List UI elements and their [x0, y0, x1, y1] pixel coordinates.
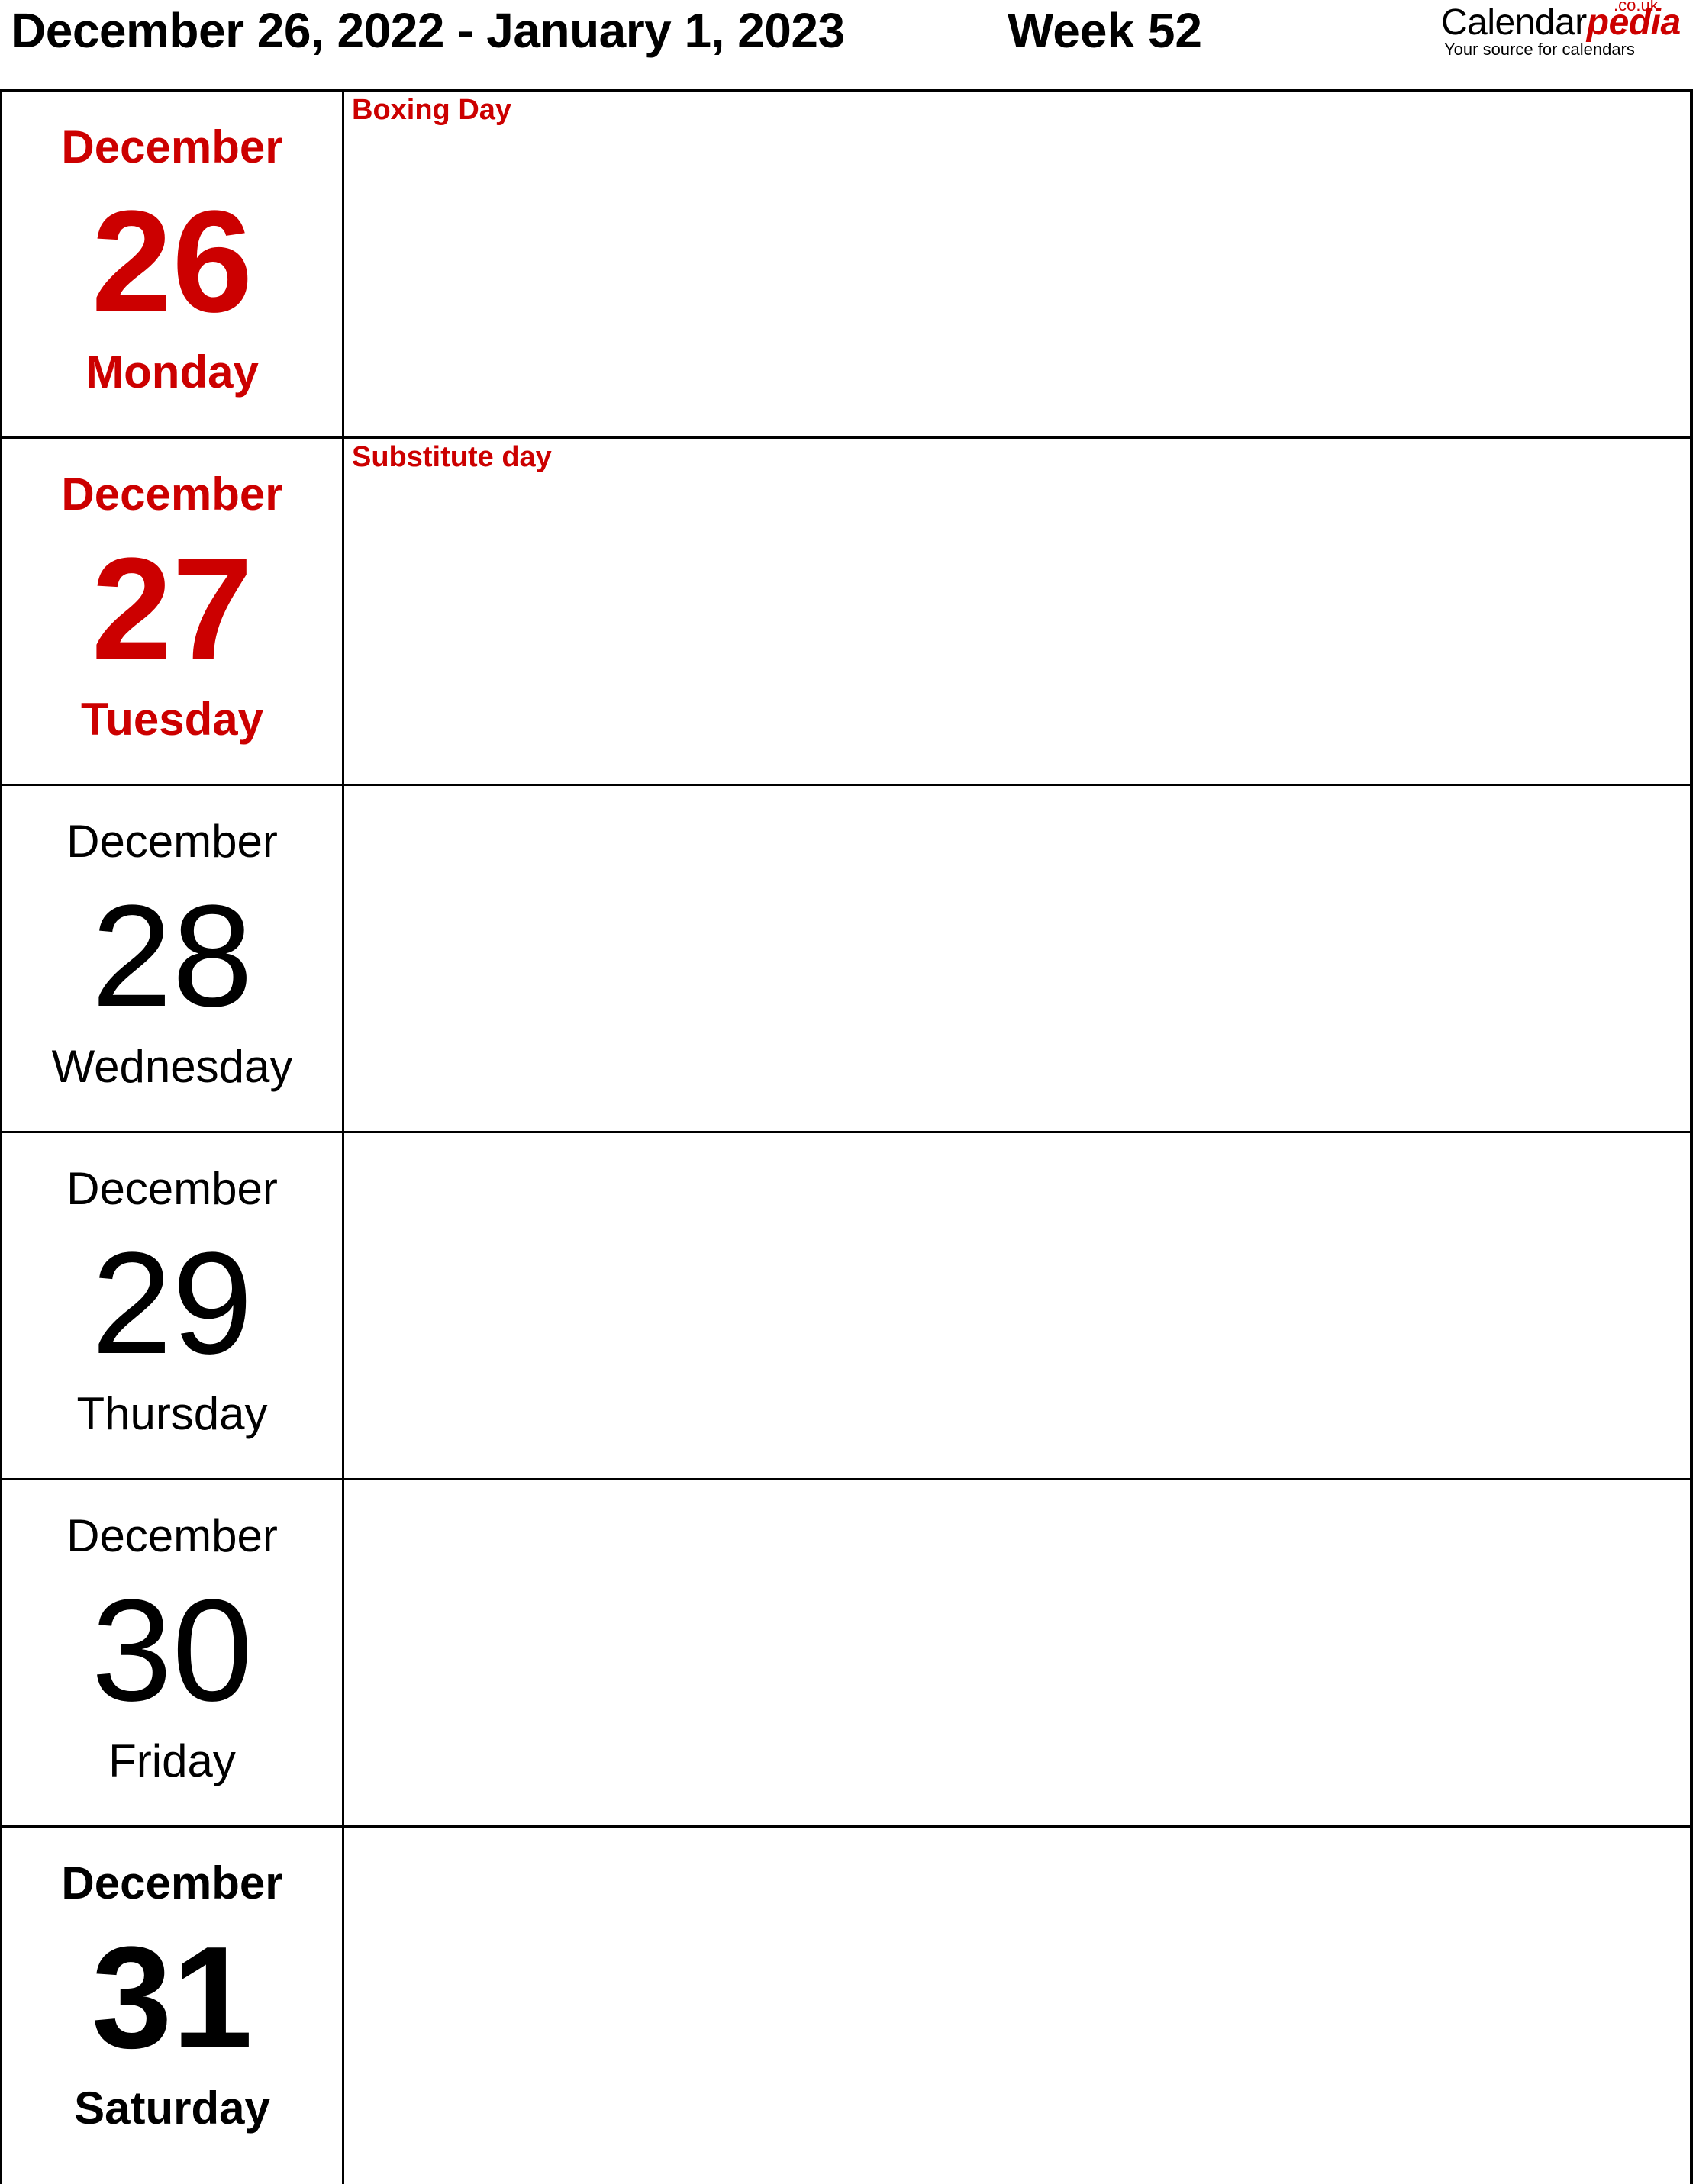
day-number: 27 — [91, 528, 253, 690]
holiday-note: Substitute day — [352, 441, 552, 473]
date-cell: December 29 Thursday — [2, 1133, 344, 1478]
date-cell: December 31 Saturday — [2, 1828, 344, 2184]
notes-area[interactable] — [344, 1480, 1690, 1825]
day-number: 29 — [91, 1222, 253, 1384]
weekday-label: Wednesday — [51, 1041, 293, 1092]
notes-area[interactable] — [344, 1133, 1690, 1478]
month-label: December — [66, 1510, 278, 1561]
weekday-label: Saturday — [74, 2083, 270, 2134]
day-row-wednesday: December 28 Wednesday — [0, 784, 1693, 1131]
date-cell: December 30 Friday — [2, 1480, 344, 1825]
week-planner-grid: December 26 Monday Boxing Day December 2… — [0, 89, 1696, 2184]
day-number: 31 — [91, 1917, 253, 2079]
date-range-title: December 26, 2022 - January 1, 2023 — [11, 3, 845, 58]
weekday-label: Thursday — [76, 1388, 268, 1439]
logo-tld: .co.uk — [1614, 0, 1659, 14]
date-cell: December 28 Wednesday — [2, 786, 344, 1131]
month-label: December — [61, 469, 283, 520]
date-cell: December 27 Tuesday — [2, 439, 344, 784]
notes-area[interactable] — [344, 786, 1690, 1131]
page-header: December 26, 2022 - January 1, 2023 Week… — [0, 0, 1696, 89]
notes-area[interactable]: Boxing Day — [344, 92, 1690, 436]
day-row-thursday: December 29 Thursday — [0, 1131, 1693, 1478]
day-row-friday: December 30 Friday — [0, 1478, 1693, 1825]
logo-tagline: Your source for calendars — [1444, 40, 1635, 59]
date-cell: December 26 Monday — [2, 92, 344, 436]
weekday-label: Friday — [108, 1735, 236, 1786]
week-number: Week 52 — [1008, 3, 1202, 58]
holiday-note: Boxing Day — [352, 94, 512, 126]
logo-brand-plain: Calendar — [1441, 2, 1587, 43]
day-number: 30 — [91, 1570, 253, 1731]
day-row-tuesday: December 27 Tuesday Substitute day — [0, 436, 1693, 784]
weekday-label: Monday — [85, 346, 259, 398]
day-row-saturday: December 31 Saturday — [0, 1825, 1693, 2184]
day-number: 26 — [91, 181, 253, 343]
month-label: December — [66, 1163, 278, 1214]
weekday-label: Tuesday — [81, 694, 263, 745]
notes-area[interactable] — [344, 1828, 1690, 2184]
notes-area[interactable]: Substitute day — [344, 439, 1690, 784]
day-number: 28 — [91, 875, 253, 1037]
calendarpedia-logo[interactable]: Calendarpedia .co.uk Your source for cal… — [1441, 0, 1696, 69]
month-label: December — [61, 121, 283, 172]
month-label: December — [66, 816, 278, 867]
month-label: December — [61, 1857, 283, 1909]
day-row-monday: December 26 Monday Boxing Day — [0, 89, 1693, 436]
